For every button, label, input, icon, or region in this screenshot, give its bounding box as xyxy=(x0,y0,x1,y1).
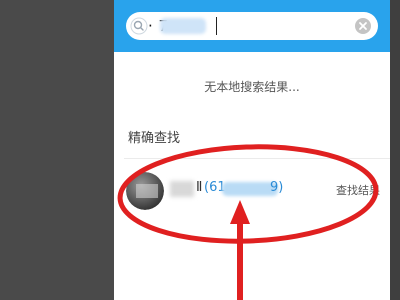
exact-search-title: 精确查找 xyxy=(128,131,181,146)
search-icon xyxy=(130,17,148,35)
background-right xyxy=(390,0,400,300)
no-local-results-text: 无本地搜索结果... xyxy=(204,80,300,94)
search-input[interactable]: · 7 xyxy=(126,12,378,40)
result-id-suffix: 9) xyxy=(270,180,284,195)
divider xyxy=(124,158,390,159)
close-circle-icon[interactable] xyxy=(354,17,372,35)
avatar xyxy=(126,172,164,210)
text-caret xyxy=(216,17,217,35)
redacted-query xyxy=(160,18,206,34)
search-header: · 7 xyxy=(114,0,390,52)
search-panel: · 7 无本地搜索结果... 精确查找 Ⅱ (61 9) 查找结果 xyxy=(114,0,390,300)
search-result-row[interactable]: Ⅱ (61 9) 查找结果 xyxy=(114,166,390,214)
result-name-suffix: Ⅱ xyxy=(196,180,203,195)
background-left xyxy=(0,0,114,300)
find-result-link[interactable]: 查找结果 xyxy=(336,182,380,198)
redacted-name xyxy=(170,181,194,197)
